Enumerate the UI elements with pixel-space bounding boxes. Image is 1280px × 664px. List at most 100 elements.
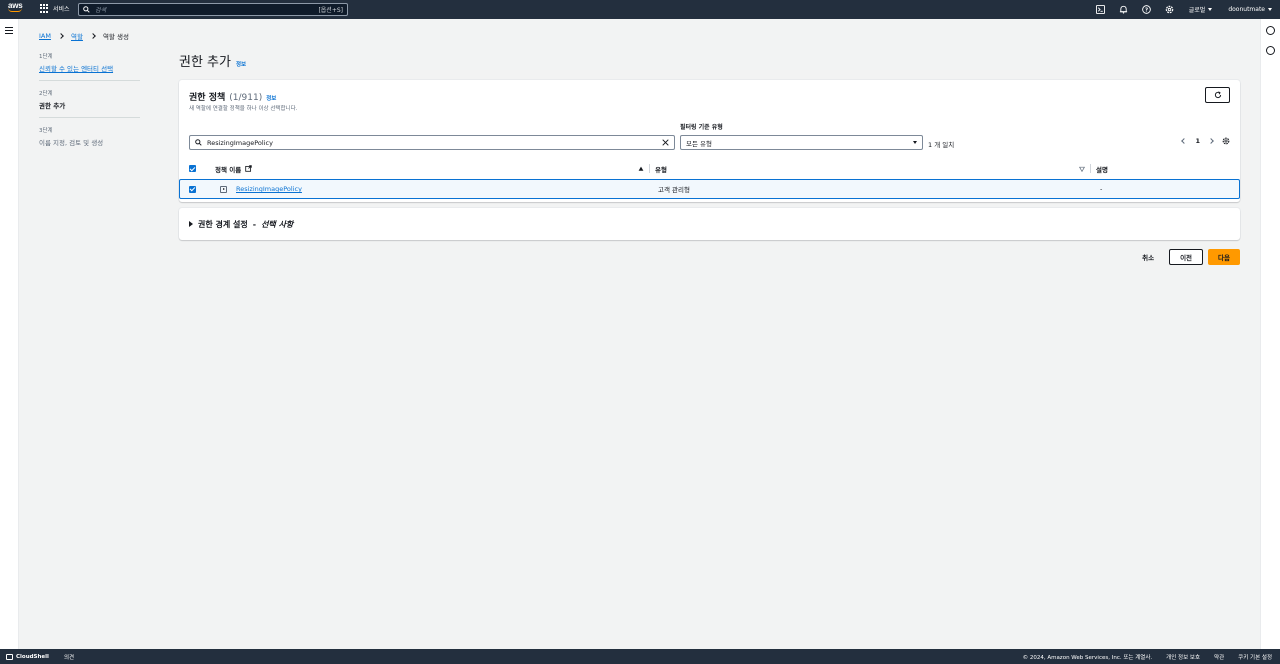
step-3: 3단계 이름 지정, 검토 및 생성 [39,126,140,154]
wizard-actions: 취소 이전 다음 [1132,249,1240,265]
expand-row-icon[interactable] [220,185,227,193]
table-row[interactable]: ResizingImagePolicy 고객 관리형 - [179,179,1240,199]
search-icon [195,139,202,146]
breadcrumb-iam[interactable]: IAM [39,32,51,40]
aws-logo[interactable]: aws [8,2,26,17]
column-name-label: 정책 이름 [215,165,242,174]
cancel-button[interactable]: 취소 [1132,249,1164,265]
search-icon [83,6,90,13]
policy-name-link[interactable]: ResizingImagePolicy [236,185,302,193]
step-number: 2단계 [39,91,53,97]
side-nav-strip [0,19,19,649]
policies-info-link[interactable]: 정보 [266,94,276,102]
cloudshell-button[interactable]: CloudShell [6,653,49,660]
services-grid-icon [40,4,49,13]
global-search-input[interactable]: 검색 [옵션+S] [78,3,348,16]
page-title: 권한 추가 정보 [179,51,246,70]
column-header-name[interactable]: 정책 이름 [215,164,644,174]
next-button[interactable]: 다음 [1208,249,1240,265]
select-all-checkbox[interactable] [189,165,196,172]
refresh-button[interactable] [1205,87,1230,103]
sort-ascending-icon [638,166,644,171]
breadcrumb: IAM 역할 역할 생성 [39,31,129,41]
tools-strip [1260,19,1280,649]
breadcrumb-roles[interactable]: 역할 [71,31,83,41]
filter-type-value: 모든 유형 [686,139,712,148]
bell-icon[interactable] [1119,5,1128,14]
panel-title: 권한 정책 [189,93,226,103]
boundary-title: 권한 경계 설정 [198,219,248,229]
footer: CloudShell 의견 © 2024, Amazon Web Service… [0,649,1280,664]
region-label: 글로벌 [1188,7,1206,14]
step-1: 1단계 신뢰할 수 있는 엔터티 선택 [39,52,140,81]
policy-description-cell: - [1100,185,1103,193]
gear-icon[interactable] [1165,5,1174,14]
chevron-down-icon [1208,8,1213,11]
svg-text:?: ? [1145,7,1148,13]
column-header-type[interactable]: 유형 [655,164,1085,174]
top-navigation: aws 서비스 검색 [옵션+S] ? 글로벌 doonutmate [0,0,1280,19]
permissions-policies-panel: 권한 정책 (1/911) 정보 새 역할에 연결할 정책을 하나 이상 선택합… [179,80,1240,202]
filter-type-select[interactable]: 모든 유형 [680,135,923,150]
chevron-down-icon [913,141,917,144]
breadcrumb-current: 역할 생성 [102,33,129,41]
services-label: 서비스 [53,6,70,13]
page-info-link[interactable]: 정보 [236,60,246,68]
cloudshell-icon[interactable] [1095,5,1105,14]
panel-header: 권한 정책 (1/911) 정보 [189,90,276,103]
help-icon[interactable]: ? [1141,5,1151,14]
boundary-dash: - [252,219,257,229]
column-header-description[interactable]: 설명 [1096,164,1108,174]
boundary-optional: 선택 사항 [261,219,294,229]
region-selector[interactable]: 글로벌 [1189,5,1213,14]
table-header: 정책 이름 유형 설명 [179,160,1240,177]
step-number: 3단계 [39,128,53,134]
previous-button[interactable]: 이전 [1169,249,1204,265]
terminal-icon [6,653,13,660]
refresh-icon [1214,91,1221,99]
column-type-label: 유형 [655,165,667,174]
next-page-icon[interactable] [1208,138,1214,144]
preferences-gear-icon[interactable] [1222,137,1230,145]
cookie-preferences-link[interactable]: 쿠키 기본 설정 [1238,653,1272,661]
search-shortcut: [옵션+S] [318,7,343,14]
account-menu[interactable]: doonutmate [1228,6,1272,13]
filter-type-label: 필터링 기준 유형 [680,124,723,131]
feedback-link[interactable]: 의견 [64,653,74,661]
pagination: 1 [1181,137,1230,145]
external-link-icon [245,165,252,172]
previous-page-icon[interactable] [1181,138,1188,144]
chevron-right-icon [90,33,96,39]
column-desc-label: 설명 [1096,165,1108,174]
permissions-boundary-section[interactable]: 권한 경계 설정 - 선택 사항 [179,208,1240,240]
clear-icon[interactable] [662,139,669,146]
terms-link[interactable]: 약관 [1214,653,1224,661]
wizard-steps: 1단계 신뢰할 수 있는 엔터티 선택 2단계 권한 추가 3단계 이름 지정,… [39,52,140,162]
step-3-label: 이름 지정, 검토 및 생성 [39,139,104,147]
info-panel-icon[interactable] [1266,26,1275,35]
page-title-text: 권한 추가 [179,55,231,70]
step-2: 2단계 권한 추가 [39,89,140,118]
step-number: 1단계 [39,54,53,60]
page-number[interactable]: 1 [1195,137,1200,145]
step-1-link[interactable]: 신뢰할 수 있는 엔터티 선택 [39,63,140,73]
chevron-down-icon [1268,8,1272,11]
policy-search-input[interactable]: ResizingImagePolicy [189,135,675,150]
menu-icon[interactable] [5,27,13,36]
account-label: doonutmate [1228,6,1265,13]
selection-count: (1/911) [229,93,263,103]
chevron-right-icon [58,33,64,39]
cloudshell-label: CloudShell [16,653,49,660]
row-checkbox[interactable] [189,185,196,193]
feedback-panel-icon[interactable] [1266,46,1275,55]
panel-description: 새 역할에 연결할 정책을 하나 이상 선택합니다. [189,106,298,112]
expand-caret-icon [189,221,193,227]
privacy-link[interactable]: 개인 정보 보호 [1166,653,1200,661]
search-placeholder: 검색 [95,7,107,14]
copyright-text: © 2024, Amazon Web Services, Inc. 또는 계열사… [1022,654,1153,661]
services-menu[interactable]: 서비스 [40,4,70,13]
step-2-label: 권한 추가 [39,102,66,110]
search-value: ResizingImagePolicy [207,138,273,147]
aws-logo-text: aws [8,1,23,10]
policy-type-cell: 고객 관리형 [658,186,690,194]
